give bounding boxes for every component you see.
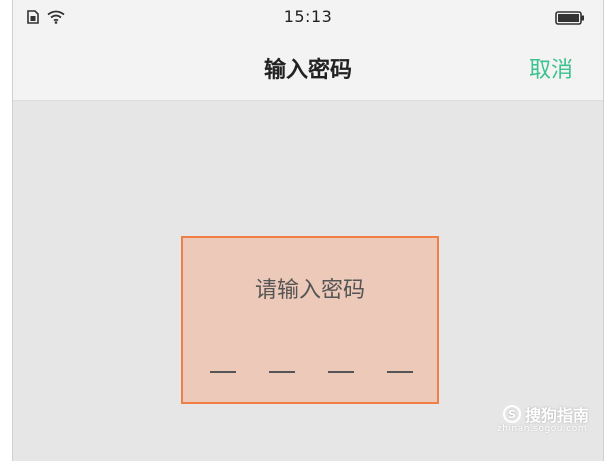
status-bar: 15:13 <box>13 0 603 34</box>
pin-slot <box>387 371 413 373</box>
watermark-url: zhinan.sogou.com <box>497 424 587 434</box>
page-title: 输入密码 <box>263 58 352 83</box>
pin-prompt: 请输入密码 <box>254 278 365 303</box>
navigation-bar: 输入密码 取消 <box>13 34 603 101</box>
phone-screen: 15:13 输入密码 取消 请输入密码 S 搜狗指南 zhinan.sogou.… <box>12 0 604 461</box>
watermark-logo: S 搜狗指南 <box>502 402 589 426</box>
pin-slot <box>210 371 236 373</box>
status-time: 15:13 <box>283 7 333 26</box>
pin-entry-dialog[interactable]: 请输入密码 <box>181 236 439 404</box>
cancel-button[interactable]: 取消 <box>529 52 573 84</box>
watermark-brand: 搜狗指南 <box>524 406 589 425</box>
sogou-badge-icon: S <box>502 405 521 423</box>
pin-slot <box>328 371 354 373</box>
pin-slot <box>269 371 295 373</box>
pin-input[interactable] <box>210 371 413 373</box>
battery-icon <box>555 10 585 29</box>
